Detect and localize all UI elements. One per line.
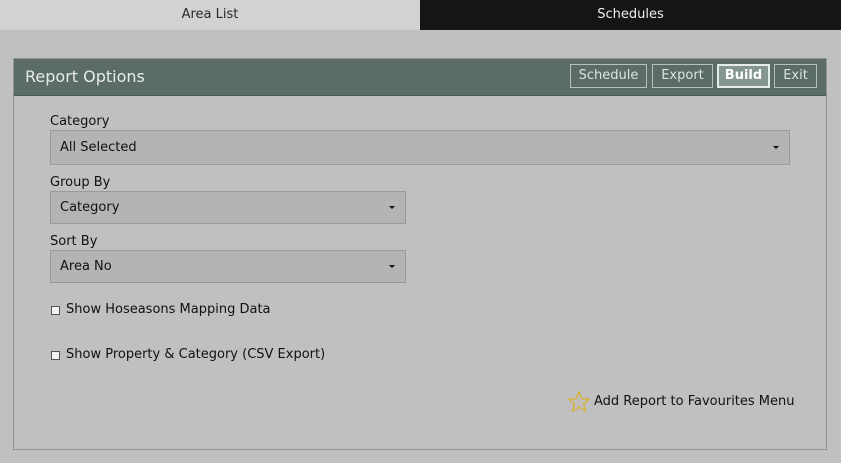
tab-area-list[interactable]: Area List: [0, 0, 420, 30]
show-mapping-checkbox[interactable]: [51, 306, 60, 315]
show-property-label[interactable]: Show Property & Category (CSV Export): [66, 347, 325, 362]
tab-schedules[interactable]: Schedules: [420, 0, 841, 30]
add-to-favourites[interactable]: Add Report to Favourites Menu: [567, 390, 795, 416]
category-label: Category: [50, 114, 110, 129]
star-outline-icon: [568, 390, 590, 412]
panel-title: Report Options: [25, 67, 145, 86]
category-select[interactable]: All Selected: [50, 130, 790, 165]
category-value: All Selected: [60, 140, 137, 155]
chevron-down-icon: [389, 265, 395, 268]
build-button[interactable]: Build: [717, 64, 770, 88]
show-property-checkbox[interactable]: [51, 351, 60, 360]
chevron-down-icon: [389, 206, 395, 209]
sort-by-select[interactable]: Area No: [50, 250, 406, 283]
panel-header: Report Options Schedule Export Build Exi…: [14, 59, 826, 96]
schedule-button[interactable]: Schedule: [570, 64, 647, 88]
group-by-value: Category: [60, 200, 120, 215]
export-button[interactable]: Export: [652, 64, 713, 88]
exit-button[interactable]: Exit: [774, 64, 817, 88]
sort-by-value: Area No: [60, 259, 112, 274]
top-tabs: Area List Schedules: [0, 0, 841, 30]
chevron-down-icon: [773, 146, 779, 149]
group-by-label: Group By: [50, 175, 111, 190]
group-by-select[interactable]: Category: [50, 191, 406, 224]
sort-by-label: Sort By: [50, 234, 98, 249]
show-mapping-label[interactable]: Show Hoseasons Mapping Data: [66, 302, 271, 317]
add-to-favourites-label: Add Report to Favourites Menu: [594, 394, 795, 409]
